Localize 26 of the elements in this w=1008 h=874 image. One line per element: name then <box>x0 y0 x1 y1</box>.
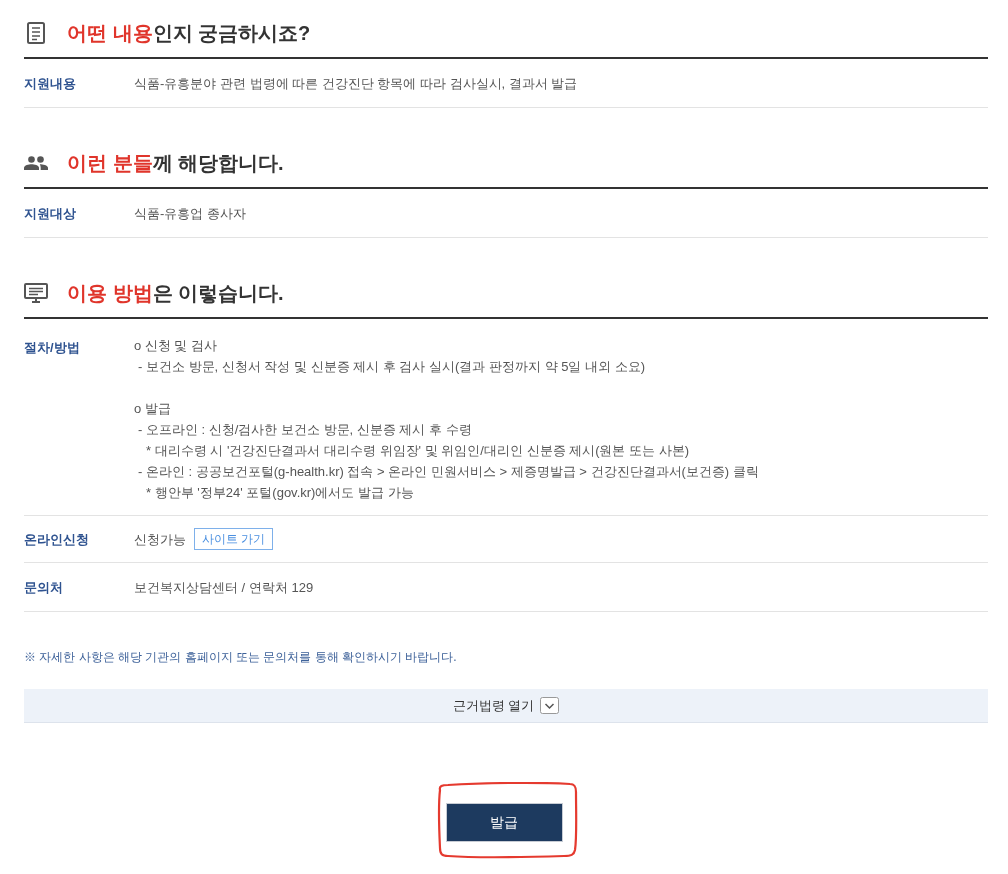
notice-text: ※ 자세한 사항은 해당 기관의 홈페이지 또는 문의처를 통해 확인하시기 바랍니다. <box>24 649 457 666</box>
row-value: 식품-유흥업 종사자 <box>134 205 246 221</box>
procedure-text: * 행안부 '정부24' 포털(gov.kr)에서도 발급 가능 <box>146 484 414 502</box>
procedure-text: - 보건소 방문, 신청서 작성 및 신분증 제시 후 검사 실시(결과 판정까지 약 5일 내외 소요) <box>138 358 645 376</box>
section-title: 어떤 내용인지 궁금하시죠? <box>67 21 311 46</box>
row-label: 온라인신청 <box>24 532 89 547</box>
section-title: 이런 분들께 해당합니다. <box>67 151 284 176</box>
document-icon <box>27 22 45 44</box>
procedure-text: o 신청 및 검사 <box>134 337 218 355</box>
procedure-text: - 오프라인 : 신청/검사한 보건소 방문, 신분증 제시 후 수령 <box>138 421 472 439</box>
row-label: 절차/방법 <box>24 340 80 355</box>
legal-basis-toggle[interactable]: 근거법령 열기 <box>24 689 988 723</box>
procedure-text: - 온라인 : 공공보건포털(g-health.kr) 접속 > 온라인 민원서비스 > 제증명발급 > 건강진단결과서(보건증) 클릭 <box>138 463 759 481</box>
row-label: 지원대상 <box>24 206 76 221</box>
row-value: 신청가능 <box>134 530 186 549</box>
procedure-text: * 대리수령 시 '건강진단결과서 대리수령 위임장' 및 위임인/대리인 신분증 제시(원본 또는 사본) <box>146 442 690 460</box>
procedure-text: o 발급 <box>134 400 171 418</box>
issue-button[interactable]: 발급 <box>445 803 563 842</box>
row-value: 보건복지상담센터 / 연락처 129 <box>134 579 314 595</box>
row-value: 식품-유흥분야 관련 법령에 따른 건강진단 항목에 따라 검사실시, 결과서 발급 <box>134 75 578 91</box>
site-link-button[interactable]: 사이트 가기 <box>194 528 274 550</box>
section-title: 이용 방법은 이렇습니다. <box>67 281 284 306</box>
monitor-list-icon <box>24 283 48 303</box>
row-label: 지원내용 <box>24 76 76 91</box>
people-icon <box>24 156 48 170</box>
row-label: 문의처 <box>24 580 63 595</box>
